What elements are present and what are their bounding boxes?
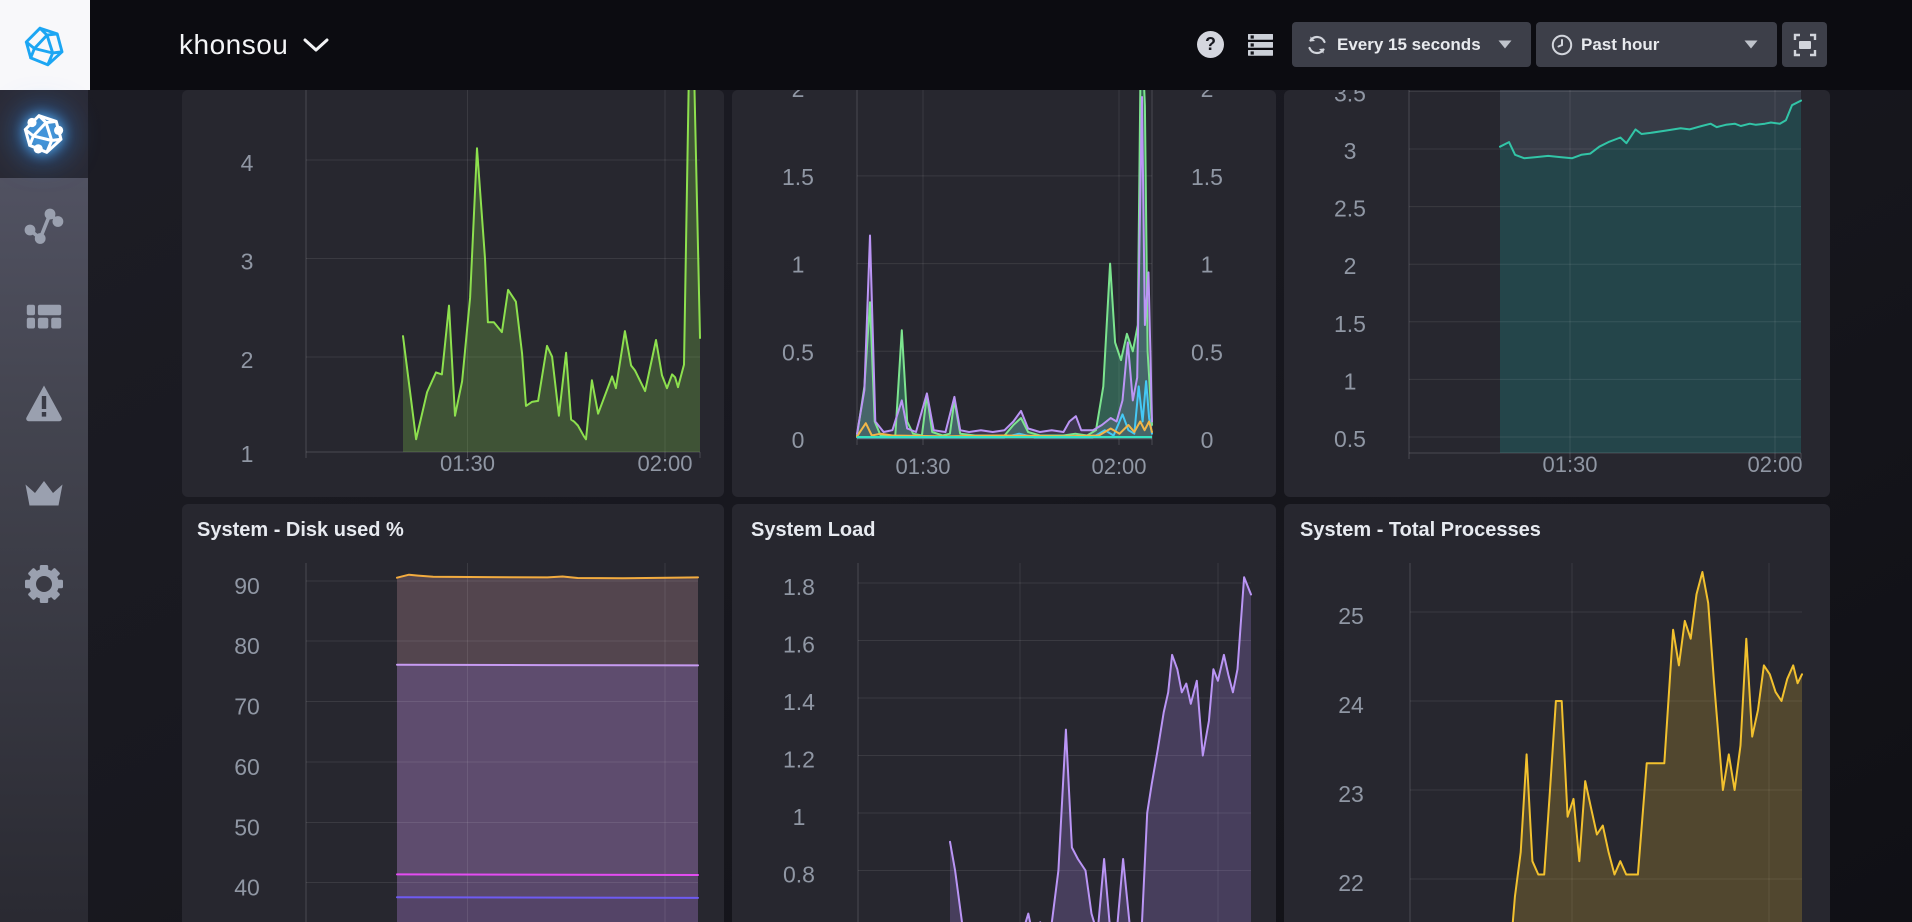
svg-text:System - Total Processes: System - Total Processes <box>1300 519 1541 541</box>
svg-text:2: 2 <box>1201 90 1214 102</box>
svg-text:0.8: 0.8 <box>783 862 815 888</box>
svg-text:1: 1 <box>792 252 805 278</box>
svg-text:01:30: 01:30 <box>440 451 495 476</box>
svg-text:3: 3 <box>1344 138 1357 164</box>
svg-text:1.8: 1.8 <box>783 574 815 600</box>
svg-text:70: 70 <box>234 694 260 720</box>
svg-text:90: 90 <box>234 573 260 599</box>
svg-text:02:00: 02:00 <box>637 451 692 476</box>
svg-text:60: 60 <box>234 754 260 780</box>
svg-text:1.5: 1.5 <box>782 164 814 190</box>
svg-text:1.5: 1.5 <box>1334 311 1366 337</box>
svg-text:1.5: 1.5 <box>1191 164 1223 190</box>
svg-text:0: 0 <box>792 427 805 453</box>
svg-text:System - Disk used %: System - Disk used % <box>197 519 404 541</box>
svg-text:3.5: 3.5 <box>1334 90 1366 107</box>
svg-text:1.6: 1.6 <box>783 632 815 658</box>
svg-text:0.5: 0.5 <box>1334 426 1366 452</box>
svg-text:0: 0 <box>1201 427 1214 453</box>
svg-text:2: 2 <box>241 347 254 373</box>
svg-text:02:00: 02:00 <box>1747 452 1802 477</box>
svg-text:1.4: 1.4 <box>783 689 815 715</box>
svg-text:3: 3 <box>241 249 254 275</box>
svg-text:2: 2 <box>1344 253 1357 279</box>
svg-text:50: 50 <box>234 815 260 841</box>
svg-text:1: 1 <box>241 441 254 467</box>
svg-text:80: 80 <box>234 633 260 659</box>
svg-text:22: 22 <box>1338 870 1364 896</box>
svg-text:25: 25 <box>1338 603 1364 629</box>
svg-text:1: 1 <box>793 804 806 830</box>
svg-text:24: 24 <box>1338 692 1364 718</box>
svg-text:1.2: 1.2 <box>783 747 815 773</box>
svg-text:4: 4 <box>241 150 254 176</box>
svg-text:02:00: 02:00 <box>1091 454 1146 479</box>
svg-text:40: 40 <box>234 875 260 901</box>
svg-text:1: 1 <box>1201 252 1214 278</box>
svg-text:01:30: 01:30 <box>1542 452 1597 477</box>
svg-text:1: 1 <box>1344 368 1357 394</box>
svg-text:2: 2 <box>792 90 805 102</box>
svg-text:0.5: 0.5 <box>1191 339 1223 365</box>
svg-text:01:30: 01:30 <box>895 454 950 479</box>
svg-text:2.5: 2.5 <box>1334 196 1366 222</box>
svg-text:0.5: 0.5 <box>782 339 814 365</box>
svg-text:23: 23 <box>1338 781 1364 807</box>
svg-text:System Load: System Load <box>751 519 875 541</box>
